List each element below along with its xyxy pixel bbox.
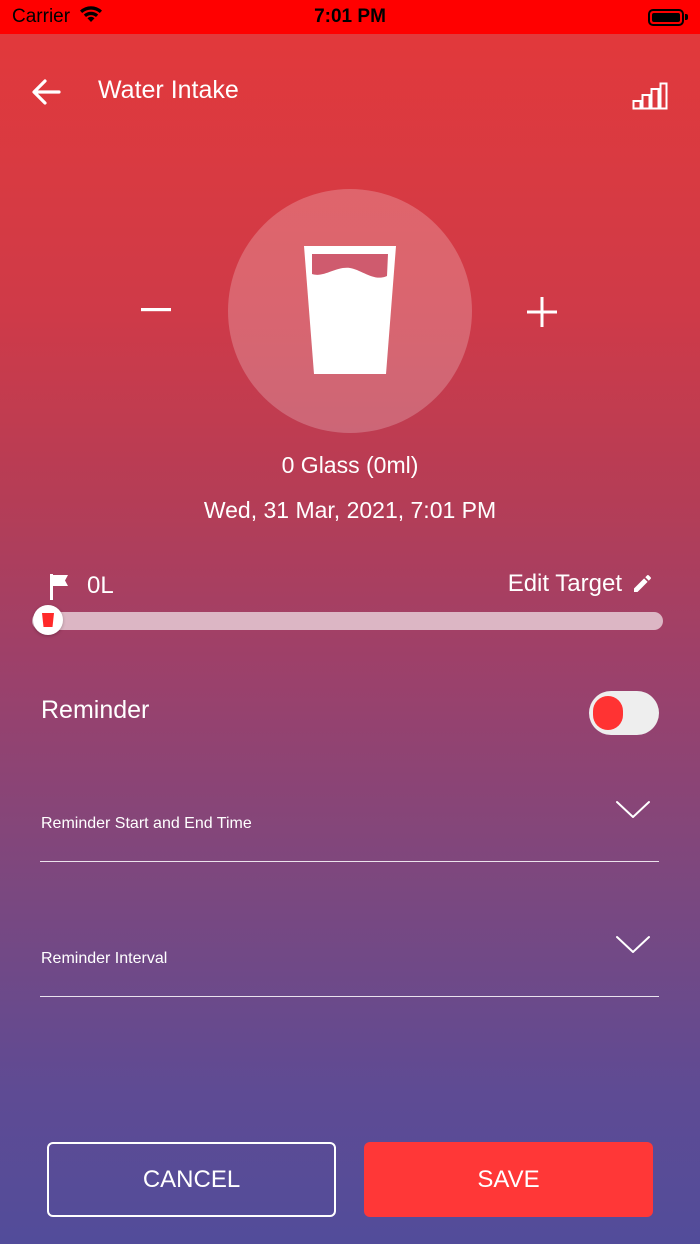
back-button[interactable] bbox=[26, 72, 66, 112]
status-left: Carrier bbox=[12, 4, 104, 30]
decrement-button[interactable] bbox=[136, 290, 176, 330]
minus-icon bbox=[141, 308, 171, 312]
reminder-interval-dropdown[interactable]: Reminder Interval bbox=[40, 925, 659, 997]
plus-icon bbox=[527, 297, 557, 327]
cup-icon bbox=[42, 613, 54, 627]
page-title: Water Intake bbox=[98, 76, 239, 104]
reminder-interval-label: Reminder Interval bbox=[41, 950, 168, 967]
reminder-toggle-knob bbox=[593, 696, 623, 730]
reminder-toggle[interactable] bbox=[589, 691, 659, 735]
flag-icon bbox=[50, 574, 68, 600]
carrier-label: Carrier bbox=[12, 6, 71, 27]
reminder-label: Reminder bbox=[41, 696, 150, 724]
chevron-down-icon bbox=[616, 801, 650, 818]
intake-progress-thumb[interactable] bbox=[33, 605, 63, 635]
cancel-button[interactable]: CANCEL bbox=[47, 1142, 336, 1217]
wifi-icon bbox=[78, 4, 104, 30]
status-time: 7:01 PM bbox=[314, 6, 386, 27]
edit-target-label: Edit Target bbox=[507, 570, 622, 597]
target-row: 0L Edit Target bbox=[40, 570, 660, 604]
reminder-start-end-time-label: Reminder Start and End Time bbox=[41, 815, 252, 832]
nav-bar: Water Intake bbox=[0, 60, 700, 120]
pencil-icon bbox=[634, 575, 651, 592]
edit-target-button[interactable]: Edit Target bbox=[508, 570, 652, 598]
reminder-start-end-time-dropdown[interactable]: Reminder Start and End Time bbox=[40, 790, 659, 862]
status-bar: Carrier 7:01 PM bbox=[0, 0, 700, 34]
chevron-down-icon bbox=[616, 936, 650, 953]
target-value: 0L bbox=[87, 572, 114, 599]
arrow-left-icon bbox=[32, 79, 61, 105]
glass-count: 0 Glass (0ml) bbox=[281, 452, 419, 478]
intake-datetime: Wed, 31 Mar, 2021, 7:01 PM bbox=[203, 497, 497, 523]
bar-chart-icon bbox=[632, 82, 668, 110]
intake-progress-track[interactable] bbox=[32, 612, 663, 630]
add-glass-button[interactable] bbox=[228, 189, 472, 433]
battery-icon bbox=[648, 8, 688, 26]
water-glass-icon bbox=[304, 246, 396, 374]
increment-button[interactable] bbox=[522, 292, 562, 332]
statistics-button[interactable] bbox=[630, 74, 670, 110]
save-button[interactable]: SAVE bbox=[364, 1142, 653, 1217]
